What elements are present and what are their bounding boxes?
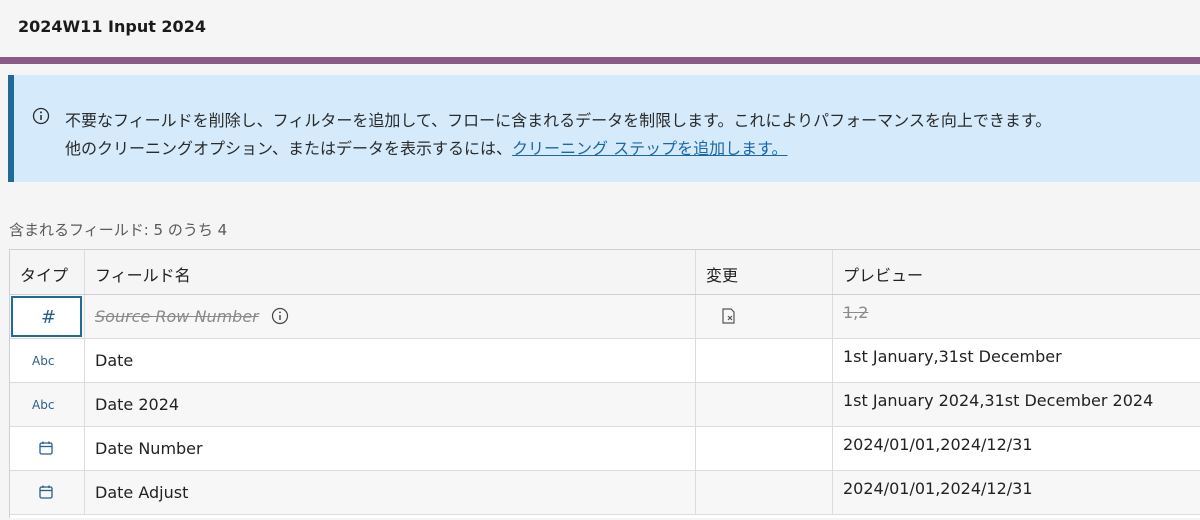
hash-icon: # [41,307,57,328]
info-banner: 不要なフィールドを削除し、フィルターを追加して、フローに含まれるデータを制限しま… [8,75,1200,182]
preview-cell: 1st January,31st December [833,339,1200,382]
field-name-cell[interactable]: Date Adjust [85,471,696,514]
info-icon [32,107,50,125]
field-name: Source Row Number [95,307,259,326]
change-cell[interactable] [696,427,833,470]
table-row[interactable]: Abc Date 2024 1st January 2024,31st Dece… [10,383,1200,427]
type-selector[interactable]: # [11,296,82,337]
column-header-type[interactable]: タイプ [10,250,85,294]
included-fields-count: 含まれるフィールド: 5 のうち 4 [9,221,228,239]
field-name-cell[interactable]: Date [85,339,696,382]
change-cell[interactable] [696,383,833,426]
abc-icon: Abc [32,398,55,412]
preview-cell: 1,2 [833,295,1200,338]
field-name-cell[interactable]: Date 2024 [85,383,696,426]
column-header-preview[interactable]: プレビュー [833,250,1200,294]
preview-value: 1,2 [843,303,869,322]
preview-value: 2024/01/01,2024/12/31 [843,435,1033,454]
change-cell[interactable] [696,471,833,514]
fields-table: タイプ フィールド名 変更 プレビュー # Source Row Number [9,249,1200,518]
type-cell[interactable] [10,471,85,514]
table-header-row: タイプ フィールド名 変更 プレビュー [10,250,1200,295]
type-cell[interactable] [10,427,85,470]
banner-message: 不要なフィールドを削除し、フィルターを追加して、フローに含まれるデータを制限しま… [65,111,1052,130]
accent-bar [0,57,1200,64]
calendar-icon [39,441,53,455]
abc-icon: Abc [32,354,55,368]
table-row[interactable]: Date Adjust 2024/01/01,2024/12/31 [10,471,1200,515]
field-name-cell[interactable]: Source Row Number [85,295,696,338]
preview-value: 1st January,31st December [843,347,1062,366]
column-header-field-name[interactable]: フィールド名 [85,250,696,294]
flow-input-pane: 2024W11 Input 2024 不要なフィールドを削除し、フィルターを追加… [0,0,1200,520]
preview-value: 2024/01/01,2024/12/31 [843,479,1033,498]
preview-value: 1st January 2024,31st December 2024 [843,391,1154,410]
field-name-cell[interactable]: Date Number [85,427,696,470]
preview-cell: 2024/01/01,2024/12/31 [833,427,1200,470]
type-cell[interactable]: Abc [10,383,85,426]
header: 2024W11 Input 2024 [0,0,1200,57]
calendar-icon [39,485,53,499]
banner-message-prefix: 他のクリーニングオプション、またはデータを表示するには、 [65,139,513,158]
table-row[interactable]: # Source Row Number 1,2 [10,295,1200,339]
change-cell[interactable] [696,295,833,338]
table-row[interactable]: Date Number 2024/01/01,2024/12/31 [10,427,1200,471]
add-cleaning-step-link[interactable]: クリーニング ステップを追加します。 [512,139,788,158]
type-cell[interactable]: Abc [10,339,85,382]
field-name: Date 2024 [95,395,180,414]
change-cell[interactable] [696,339,833,382]
field-name: Date Adjust [95,483,189,502]
banner-message-second: 他のクリーニングオプション、またはデータを表示するには、クリーニング ステップを… [65,135,788,159]
table-row[interactable]: Abc Date 1st January,31st December [10,339,1200,383]
remove-field-icon[interactable] [720,307,738,325]
preview-cell: 1st January 2024,31st December 2024 [833,383,1200,426]
type-cell[interactable]: # [10,295,85,338]
info-icon[interactable] [271,307,289,325]
field-name: Date [95,351,134,370]
column-header-change[interactable]: 変更 [696,250,833,294]
page-title: 2024W11 Input 2024 [18,17,206,36]
field-name: Date Number [95,439,203,458]
preview-cell: 2024/01/01,2024/12/31 [833,471,1200,514]
